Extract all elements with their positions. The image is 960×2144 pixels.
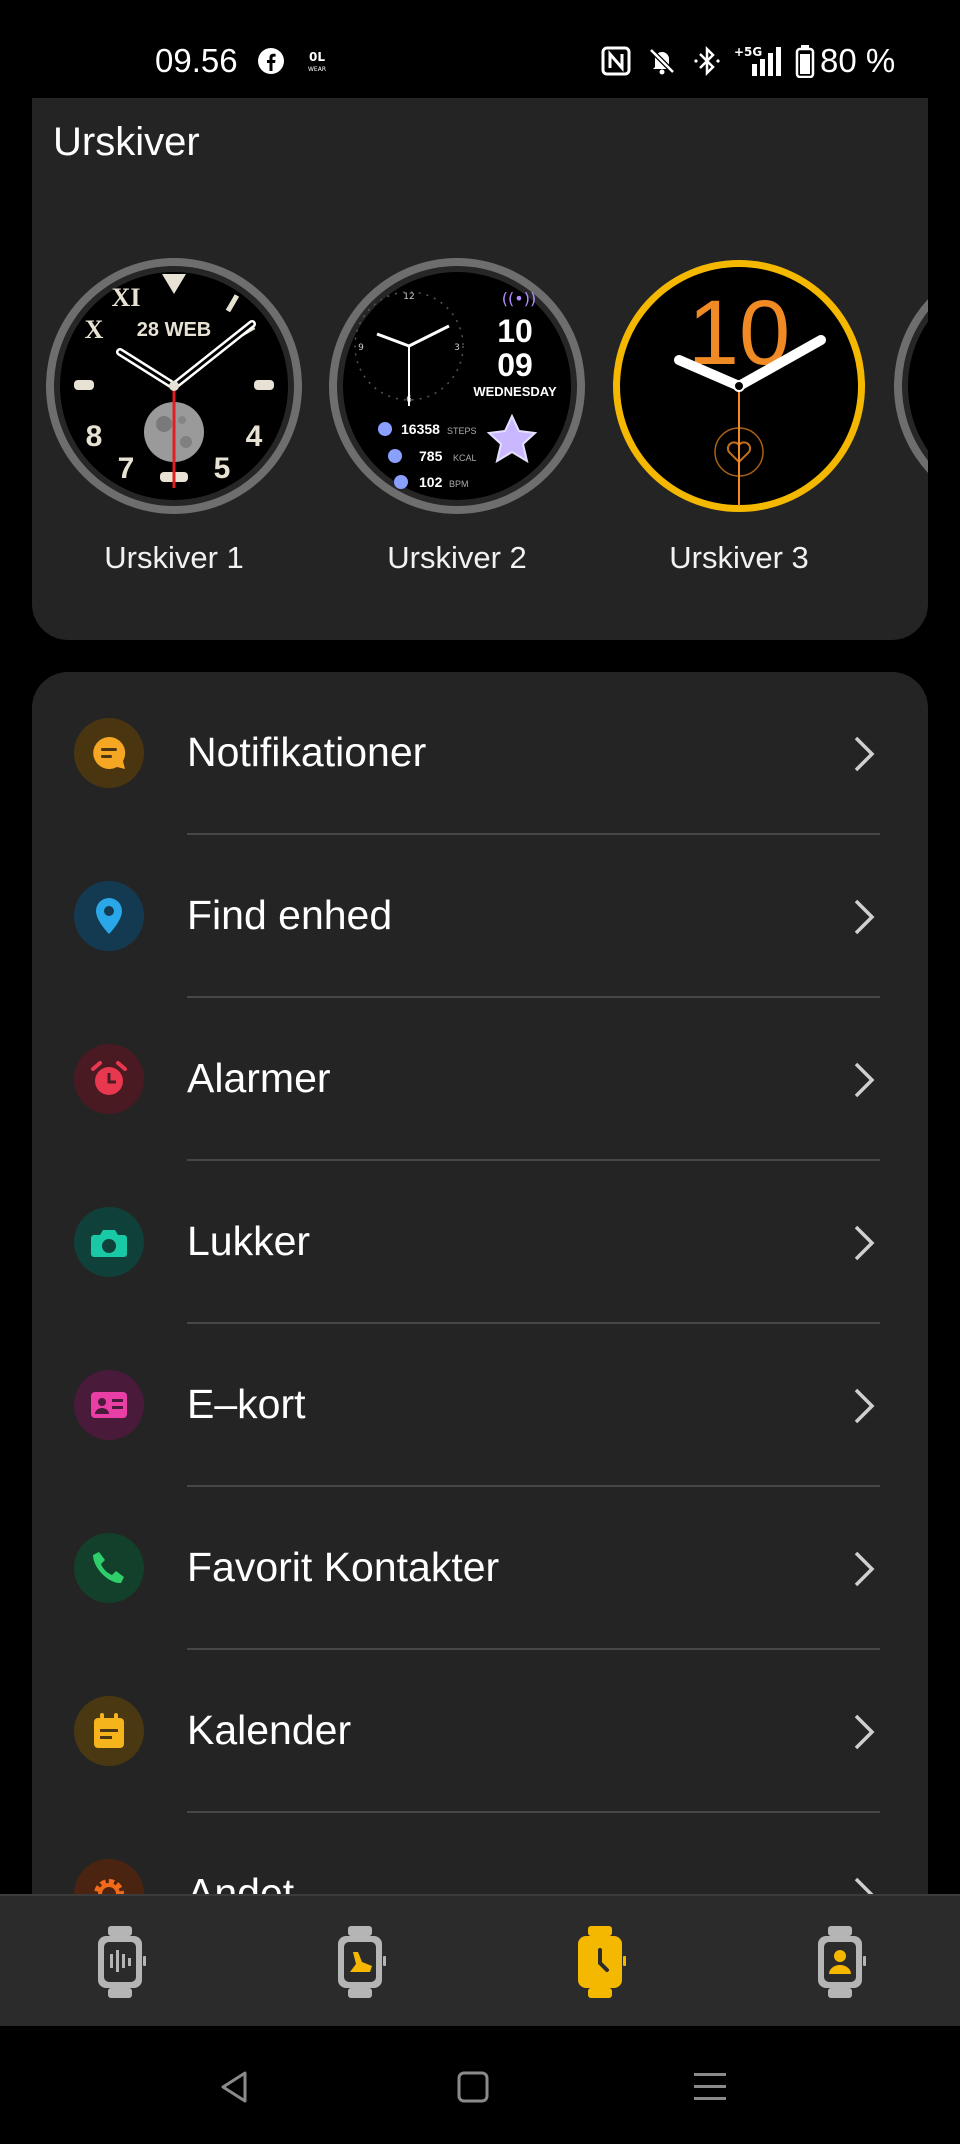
phone-icon (74, 1533, 144, 1603)
watch-face-2-label: Urskiver 2 (387, 540, 527, 575)
menu-item-label: E–kort (187, 1381, 306, 1427)
status-bar: 09.56 0L WEAR +5G 80 % (0, 0, 960, 98)
menu-item-label: Favorit Kontakter (187, 1544, 500, 1590)
nfc-icon (600, 44, 632, 78)
message-icon (74, 718, 144, 788)
signal-icon: ((•)) (502, 289, 536, 308)
menu-item-alarms[interactable]: Alarmer (32, 998, 928, 1161)
menu-item-shutter[interactable]: Lukker (32, 1161, 928, 1324)
menu-item-favorite-contacts[interactable]: Favorit Kontakter (32, 1487, 928, 1650)
alarm-clock-icon (74, 1044, 144, 1114)
chevron-right-icon (854, 1551, 875, 1587)
back-icon[interactable] (205, 2062, 265, 2112)
svg-text:3: 3 (454, 343, 460, 353)
watch-face-2[interactable]: 12 3 6 9 ((•)) 10 09 WEDNESDAY 16358 STE… (327, 256, 587, 576)
5g-signal-icon: +5G (732, 44, 788, 78)
bottom-tab-bar (0, 1894, 960, 2026)
face1-date: 28 WEB (137, 319, 211, 341)
bluetooth-icon (692, 44, 722, 78)
id-card-icon (74, 1370, 144, 1440)
chevron-right-icon (854, 1062, 875, 1098)
home-icon[interactable] (443, 2062, 503, 2112)
menu-item-label: Alarmer (187, 1055, 331, 1101)
face1-numeral-7: 7 (118, 452, 135, 485)
tab-activity[interactable] (80, 1924, 160, 2000)
face1-numeral-x: X (85, 315, 104, 344)
face1-numeral-4: 4 (246, 420, 263, 453)
face2-steps: 16358 (401, 421, 440, 437)
muted-bell-icon (646, 44, 678, 78)
tab-profile[interactable] (800, 1924, 880, 2000)
face1-numeral-8: 8 (86, 420, 103, 453)
battery-icon (794, 44, 816, 78)
menu-item-find-device[interactable]: Find enhed (32, 835, 928, 998)
chevron-right-icon (854, 899, 875, 935)
watch-face-3-label: Urskiver 3 (669, 540, 809, 575)
chevron-right-icon (854, 1225, 875, 1261)
menu-item-notifications[interactable]: Notifikationer (32, 672, 928, 835)
svg-text:WEAR: WEAR (308, 66, 326, 73)
watch-face-3-preview: 10 (613, 260, 865, 512)
watch-face-2-preview: 12 3 6 9 ((•)) 10 09 WEDNESDAY 16358 STE… (329, 258, 585, 514)
svg-text:9: 9 (358, 343, 364, 353)
system-navigation-bar (0, 2026, 960, 2144)
svg-text:12: 12 (403, 292, 414, 302)
face2-kcal-unit: KCAL (453, 453, 477, 463)
chevron-right-icon (854, 1388, 875, 1424)
battery-percentage: 80 % (820, 42, 896, 79)
face2-kcal: 785 (419, 448, 443, 464)
watch-face-3[interactable]: 10 Urskiver 3 (609, 256, 869, 576)
face2-weekday: WEDNESDAY (473, 384, 557, 399)
face2-steps-unit: STEPS (447, 426, 477, 436)
face2-hour: 10 (497, 313, 533, 349)
menu-item-e-card[interactable]: E–kort (32, 1324, 928, 1487)
calendar-icon (74, 1696, 144, 1766)
wear-app-icon: 0L WEAR (300, 44, 334, 78)
menu-item-label: Notifikationer (187, 729, 427, 775)
watch-face-1-label: Urskiver 1 (104, 540, 244, 575)
watch-face-4-partial[interactable] (892, 256, 928, 516)
svg-text:0L: 0L (309, 50, 325, 64)
face2-bpm: 102 (419, 474, 443, 490)
watch-faces-card: Urskiver XI X 8 7 5 4 28 WEB Urskiver 1 … (32, 98, 928, 640)
watch-profile-icon (818, 1926, 866, 1998)
watch-face-1-preview: XI X 8 7 5 4 28 WEB (46, 258, 302, 514)
tab-device[interactable] (560, 1924, 640, 2000)
status-time: 09.56 (155, 42, 238, 79)
face1-numeral-xi: XI (112, 283, 141, 312)
camera-icon (74, 1207, 144, 1277)
chevron-right-icon (854, 736, 875, 772)
face2-minute: 09 (497, 347, 533, 383)
facebook-icon (256, 44, 286, 78)
watch-workout-icon (338, 1926, 386, 1998)
watch-activity-icon (98, 1926, 146, 1998)
location-pin-icon (74, 881, 144, 951)
face1-numeral-5: 5 (214, 452, 231, 485)
svg-text:+5G: +5G (734, 45, 762, 59)
watch-faces-title: Urskiver (53, 120, 200, 164)
chevron-right-icon (854, 1714, 875, 1750)
watch-face-1[interactable]: XI X 8 7 5 4 28 WEB Urskiver 1 (44, 256, 304, 576)
menu-item-label: Lukker (187, 1218, 311, 1264)
menu-item-label: Kalender (187, 1707, 352, 1753)
watch-clock-icon (578, 1926, 626, 1998)
menu-item-label: Find enhed (187, 892, 393, 938)
tab-workout[interactable] (320, 1924, 400, 2000)
recents-icon[interactable] (680, 2062, 740, 2112)
menu-item-calendar[interactable]: Kalender (32, 1650, 928, 1813)
face2-bpm-unit: BPM (449, 479, 469, 489)
